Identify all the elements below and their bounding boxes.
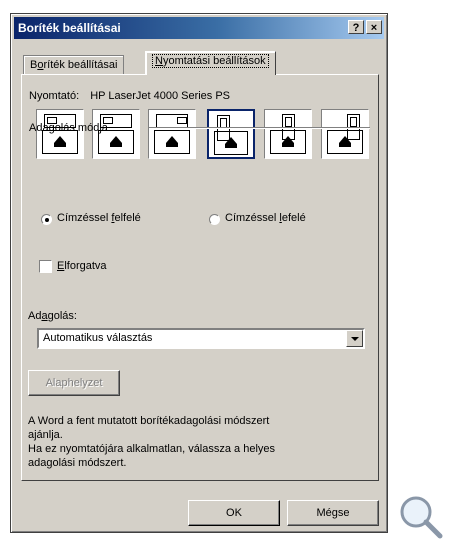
envelope-options-dialog: Boríték beállításai ? × Boríték beállítá… — [10, 13, 388, 533]
magnifier-icon[interactable] — [396, 492, 444, 540]
ok-button[interactable]: OK — [188, 500, 280, 526]
group-divider — [149, 127, 370, 129]
tab-envelope-options[interactable]: Boríték beállításai — [23, 55, 125, 75]
window-title: Boríték beállításai — [18, 21, 121, 35]
close-button[interactable]: × — [366, 20, 382, 34]
cancel-button[interactable]: Mégse — [287, 500, 379, 526]
title-bar: Boríték beállításai ? × — [14, 17, 384, 39]
feed-method-heading: Adagolás módja — [29, 122, 108, 134]
printer-label: Nyomtató: — [29, 90, 80, 102]
tab-panel: Nyomtató: HP LaserJet 4000 Series PS Ada… — [21, 74, 379, 481]
help-button[interactable]: ? — [348, 20, 364, 34]
printer-row: Nyomtató: HP LaserJet 4000 Series PS — [29, 90, 230, 102]
tab-focus-rect: Nyomtatási beállítások — [152, 54, 269, 68]
tab-printing-options[interactable]: Nyomtatási beállítások — [145, 51, 276, 75]
printer-name: HP LaserJet 4000 Series PS — [90, 90, 231, 102]
